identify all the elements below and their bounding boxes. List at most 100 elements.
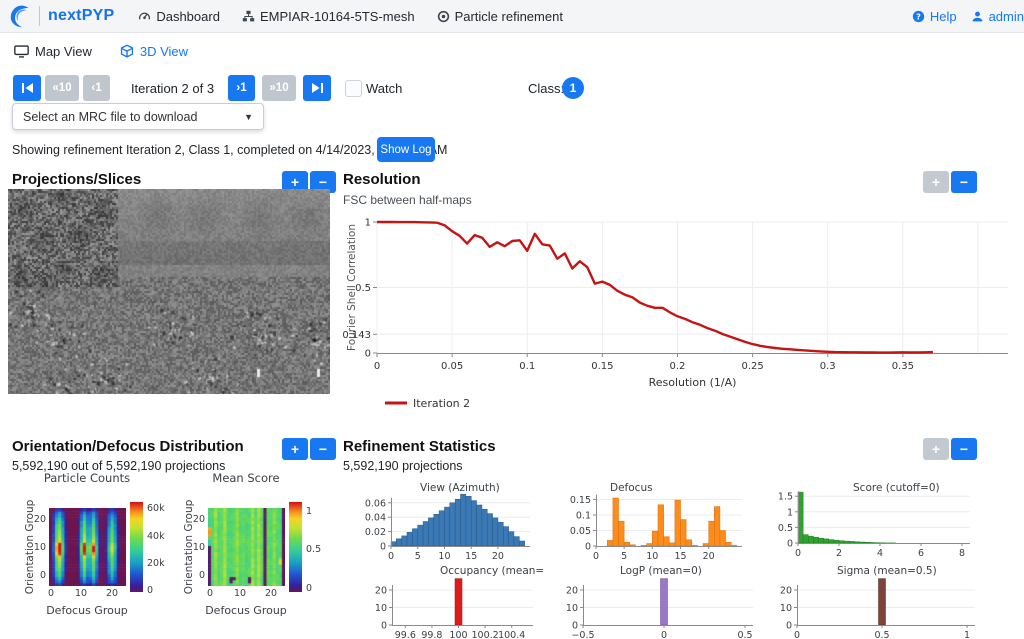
cube-icon (120, 44, 133, 58)
mean-score-cells (208, 508, 285, 586)
svg-text:0.15: 0.15 (591, 361, 613, 372)
svg-text:0: 0 (787, 539, 793, 550)
sigma-histogram[interactable]: 0 0.5 101020Sigma (mean=0.5) (773, 563, 983, 639)
svg-text:10: 10 (780, 603, 792, 614)
logo-divider (39, 6, 40, 26)
statistics-zoom-out-button[interactable]: − (951, 438, 977, 460)
particle-counts-colorbar (130, 502, 143, 592)
back-10-button[interactable]: «10 (45, 75, 79, 101)
fsc-resolution-chart[interactable]: 0 0.05 0.1 0.15 0.2 0.25 0.3 0.3500.1430.51Reso… (343, 203, 1015, 418)
svg-text:8: 8 (959, 548, 965, 559)
help-link[interactable]: ? Help (912, 9, 957, 24)
svg-text:0.5: 0.5 (778, 523, 793, 534)
mean-score-colorbar (289, 502, 302, 592)
project-icon (242, 10, 255, 21)
watch-label: Watch (366, 81, 403, 96)
chevron-down-icon: ▼ (244, 111, 253, 122)
nav-dashboard[interactable]: Dashboard (138, 9, 220, 24)
svg-text:99.6: 99.6 (395, 630, 416, 639)
svg-text:6: 6 (918, 548, 924, 559)
svg-text:10: 10 (438, 551, 450, 562)
mean-score-heatmap[interactable]: Mean Score Orientation Group Defocus Gro… (167, 470, 327, 639)
svg-text:100.4: 100.4 (498, 630, 525, 639)
brand-name: nextPYP (48, 7, 115, 24)
skip-first-icon (21, 83, 33, 93)
forward-1-button[interactable]: ›1 (228, 75, 255, 101)
orientation-zoom-in-button[interactable]: + (282, 438, 308, 460)
svg-text:0: 0 (374, 361, 380, 372)
svg-text:0: 0 (585, 542, 591, 553)
projections-title: Projections/Slices (12, 171, 142, 188)
dashboard-icon (139, 12, 151, 20)
back-1-button[interactable]: ‹1 (83, 75, 110, 101)
back-1-label: ‹1 (91, 82, 102, 94)
svg-text:1: 1 (365, 218, 371, 229)
view-azimuth-histogram[interactable]: 0 5 10 15 20 0 0.02 0.04 0.06 View (Azimuth) (345, 482, 545, 562)
nav-block[interactable]: Particle refinement (437, 9, 563, 24)
skip-last-icon (311, 83, 323, 93)
first-iteration-button[interactable] (13, 75, 41, 101)
svg-text:20: 20 (492, 551, 504, 562)
particle-counts-cells (49, 508, 126, 586)
particle-refinement-icon (437, 10, 449, 22)
nav-dashboard-label: Dashboard (156, 8, 220, 24)
svg-text:0.25: 0.25 (741, 361, 763, 372)
svg-text:0.05: 0.05 (570, 526, 591, 537)
help-label: Help (929, 8, 957, 24)
svg-text:0.5: 0.5 (874, 630, 889, 639)
nav-project[interactable]: EMPIAR-10164-5TS-mesh (242, 9, 415, 24)
particle-counts-heatmap[interactable]: Particle Counts Orientation Group Defocu… (8, 470, 168, 639)
resolution-zoom-out-button[interactable]: − (951, 171, 977, 193)
svg-text:Occupancy (mean=100): Occupancy (mean=100) (440, 565, 545, 577)
back-10-label: «10 (52, 82, 72, 94)
svg-text:1: 1 (964, 630, 970, 639)
svg-text:Defocus: Defocus (610, 482, 653, 494)
projections-slices-image (8, 189, 330, 394)
svg-text:1: 1 (787, 507, 793, 518)
occupancy-histogram[interactable]: 99.6 99.8 100 100.2 100.4 0 10 20 Occupancy (mea… (345, 563, 545, 639)
watch-checkbox[interactable] (345, 80, 362, 97)
statistics-title: Refinement Statistics (343, 438, 496, 455)
top-navbar: nextPYP Dashboard EMPIAR-10164-5TS-mesh (0, 0, 1024, 33)
tab-map-view[interactable]: Map View (14, 44, 92, 59)
view-tabs: Map View 3D View (0, 33, 1024, 69)
mrc-file-select[interactable]: Select an MRC file to download ▼ (12, 103, 264, 130)
mean-score-title: Mean Score (212, 471, 280, 485)
logp-histogram[interactable]: −0.5 0 0.501020LogP (mean=0) (558, 563, 768, 639)
svg-text:100: 100 (449, 630, 467, 639)
svg-text:0: 0 (786, 621, 792, 632)
svg-text:View (Azimuth): View (Azimuth) (420, 482, 500, 494)
tab-3d-view-label: 3D View (139, 43, 189, 59)
help-icon: ? (912, 10, 925, 22)
tab-3d-view[interactable]: 3D View (120, 44, 188, 59)
user-menu[interactable]: admin (971, 9, 1024, 24)
forward-1-label: ›1 (236, 82, 247, 94)
statistics-zoom-in-button[interactable]: + (923, 438, 949, 460)
svg-text:20: 20 (375, 586, 387, 597)
svg-text:0: 0 (572, 621, 578, 632)
score-histogram[interactable]: 0 2 4 6 8 0 0.5 1 1.5 Score (cutoff=0) (770, 482, 995, 562)
svg-text:LogP (mean=0): LogP (mean=0) (620, 565, 702, 577)
svg-text:?: ? (916, 11, 921, 21)
class-badge[interactable]: 1 (562, 77, 584, 99)
orientation-zoom-out-button[interactable]: − (310, 438, 336, 460)
svg-text:5: 5 (415, 551, 421, 562)
defocus-group-axis-label: Defocus Group (46, 604, 128, 617)
svg-text:4: 4 (877, 548, 883, 559)
svg-text:20: 20 (780, 586, 792, 597)
svg-text:0.02: 0.02 (365, 527, 386, 538)
last-iteration-button[interactable] (303, 75, 331, 101)
svg-text:0.05: 0.05 (441, 361, 463, 372)
svg-text:15: 15 (465, 551, 477, 562)
mrc-file-select-value: Select an MRC file to download (23, 109, 198, 124)
forward-10-label: »10 (269, 82, 289, 94)
resolution-title: Resolution (343, 171, 421, 188)
forward-10-button[interactable]: »10 (262, 75, 296, 101)
resolution-zoom-in-button[interactable]: + (923, 171, 949, 193)
svg-text:20: 20 (703, 551, 715, 562)
svg-text:Resolution (1/A): Resolution (1/A) (649, 376, 737, 389)
svg-text:20: 20 (566, 586, 578, 597)
svg-text:0.3: 0.3 (820, 361, 836, 372)
show-log-button[interactable]: Show Log (377, 137, 435, 162)
defocus-histogram[interactable]: 0 5 10 15 20 0 0.05 0.1 0.15 Defocus (553, 482, 758, 562)
